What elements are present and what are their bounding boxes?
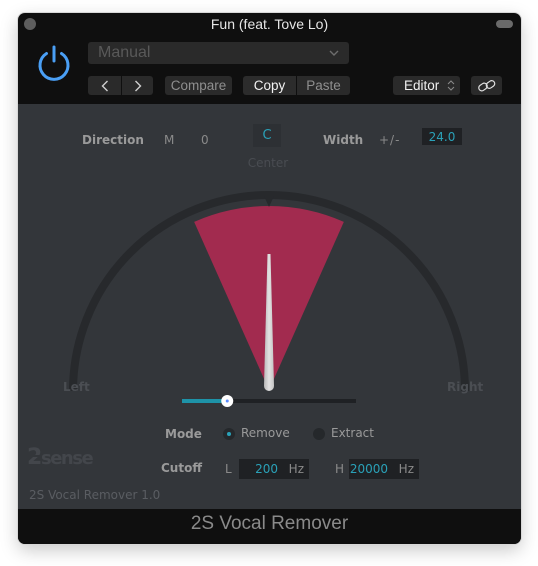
preset-dropdown[interactable]: Manual	[88, 42, 349, 64]
chevron-left-icon	[101, 80, 108, 91]
link-button[interactable]	[471, 76, 502, 95]
plugin-name: 2S Vocal Remover	[190, 513, 349, 534]
radio-selected-dot	[227, 432, 231, 436]
mode-remove-label[interactable]: Remove	[241, 426, 290, 440]
view-select-value: Editor	[404, 78, 440, 93]
cutoff-low-prefix: L	[225, 462, 232, 476]
view-select[interactable]: Editor	[393, 76, 460, 95]
cutoff-high-unit: Hz	[398, 462, 414, 476]
power-button[interactable]	[35, 44, 73, 82]
mode-label: Mode	[165, 427, 202, 441]
slider-thumb-dot	[225, 399, 229, 403]
cutoff-low-field[interactable]: 200 Hz	[239, 459, 309, 479]
plugin-window: Fun (feat. Tove Lo) Manual Compare Copy …	[18, 13, 521, 544]
cutoff-high-value: 20000	[349, 462, 388, 476]
footer-bar: 2S Vocal Remover	[18, 509, 521, 544]
title-bar[interactable]: Fun (feat. Tove Lo)	[18, 13, 521, 37]
slider-fill	[182, 399, 228, 403]
center-notch-marker	[264, 196, 274, 207]
compare-button[interactable]: Compare	[165, 76, 232, 95]
logo-sense: sense	[41, 448, 93, 469]
cutoff-high-field[interactable]: 20000 Hz	[349, 459, 419, 479]
window-toggle-button[interactable]	[496, 20, 513, 28]
mode-extract-label[interactable]: Extract	[331, 426, 374, 440]
right-label: Right	[447, 380, 484, 394]
previous-preset-button[interactable]	[88, 76, 121, 95]
2sense-logo: 2 sense	[27, 445, 95, 470]
chevron-right-icon	[134, 80, 141, 91]
mode-remove-radio[interactable]	[223, 428, 235, 440]
cutoff-label: Cutoff	[161, 461, 203, 475]
paste-button[interactable]: Paste	[297, 76, 350, 95]
plugin-panel: Direction M 0 C Center Width +/- 24.0 Le…	[18, 104, 521, 509]
left-label: Left	[63, 380, 90, 394]
chevron-down-icon	[329, 48, 339, 59]
cutoff-low-unit: Hz	[288, 462, 304, 476]
cutoff-high-prefix: H	[335, 462, 345, 476]
up-down-chevron-icon	[447, 80, 455, 91]
power-icon	[38, 45, 70, 81]
cutoff-low-value: 200	[255, 462, 278, 476]
preset-value: Manual	[98, 44, 151, 61]
copy-button[interactable]: Copy	[243, 76, 296, 95]
link-icon	[477, 79, 495, 91]
window-title: Fun (feat. Tove Lo)	[210, 16, 329, 32]
version-text: 2S Vocal Remover 1.0	[29, 488, 161, 502]
mode-extract-radio[interactable]	[313, 428, 325, 440]
next-preset-button[interactable]	[122, 76, 153, 95]
